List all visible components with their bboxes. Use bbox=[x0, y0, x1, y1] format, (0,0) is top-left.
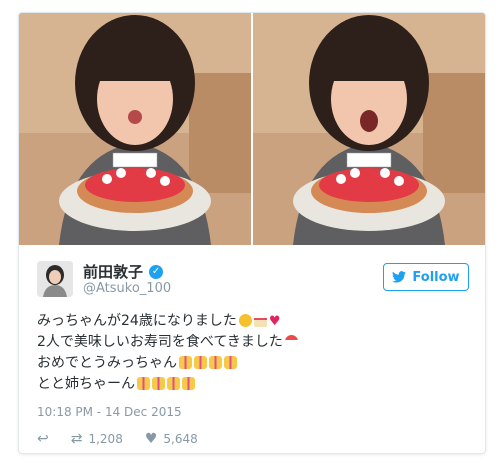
gift-icon bbox=[137, 377, 150, 390]
tweet-line-2: 2人で美味しいお寿司を食べてきました bbox=[37, 332, 467, 353]
tweet-photos bbox=[19, 13, 485, 245]
follow-label: Follow bbox=[412, 269, 460, 285]
tweet-photo-2[interactable] bbox=[253, 13, 485, 245]
reply-icon: ↩ bbox=[37, 431, 49, 447]
tweet-line-4: とと姉ちゃーん bbox=[37, 374, 467, 395]
tweet-header: 前田敦子 ✓ @Atsuko_100 Follow bbox=[37, 259, 469, 303]
tweet-line-2-text: 2人で美味しいお寿司を食べてきました bbox=[37, 334, 283, 350]
tweet-timestamp[interactable]: 10:18 PM - 14 Dec 2015 bbox=[37, 405, 182, 419]
gift-icon bbox=[167, 377, 180, 390]
avatar[interactable] bbox=[37, 261, 73, 297]
sushi-icon bbox=[284, 335, 298, 348]
verified-check-icon: ✓ bbox=[149, 264, 164, 279]
tweet-line-3-text: おめでとうみっちゃん bbox=[37, 355, 177, 371]
red-heart-icon: ♥ bbox=[268, 314, 281, 329]
heart-icon: ♥ bbox=[144, 431, 158, 447]
like-button[interactable]: ♥ 5,648 bbox=[145, 431, 198, 447]
tweet-photo-1[interactable] bbox=[19, 13, 251, 245]
gift-icon bbox=[194, 356, 207, 369]
gift-icon bbox=[152, 377, 165, 390]
like-count: 5,648 bbox=[163, 432, 198, 446]
follow-button[interactable]: Follow bbox=[383, 263, 469, 291]
gift-icon bbox=[182, 377, 195, 390]
tweet-text: みっちゃんが24歳になりました ♥ 2人で美味しいお寿司を食べてきました おめでと… bbox=[37, 311, 467, 395]
tweet-line-3: おめでとうみっちゃん bbox=[37, 353, 467, 374]
gift-icon bbox=[209, 356, 222, 369]
display-name[interactable]: 前田敦子 bbox=[83, 261, 143, 282]
tweet-actions: ↩ ⇄ 1,208 ♥ 5,648 bbox=[37, 431, 220, 447]
birthday-cake-icon bbox=[253, 314, 267, 327]
gift-icon bbox=[179, 356, 192, 369]
tweet-line-1: みっちゃんが24歳になりました ♥ bbox=[37, 311, 467, 332]
tweet-line-4-text: とと姉ちゃーん bbox=[37, 376, 135, 392]
grinning-face-icon bbox=[238, 314, 252, 327]
retweet-button[interactable]: ⇄ 1,208 bbox=[71, 431, 123, 447]
reply-button[interactable]: ↩ bbox=[37, 431, 49, 447]
retweet-count: 1,208 bbox=[88, 432, 123, 446]
display-name-row[interactable]: 前田敦子 ✓ bbox=[83, 261, 164, 282]
gift-icon bbox=[224, 356, 237, 369]
embedded-tweet-card: 前田敦子 ✓ @Atsuko_100 Follow みっちゃんが24歳になりまし… bbox=[18, 12, 486, 454]
retweet-icon: ⇄ bbox=[70, 431, 83, 447]
user-handle[interactable]: @Atsuko_100 bbox=[83, 281, 171, 296]
twitter-bird-icon bbox=[392, 271, 407, 283]
tweet-line-1-text: みっちゃんが24歳になりました bbox=[37, 313, 237, 329]
